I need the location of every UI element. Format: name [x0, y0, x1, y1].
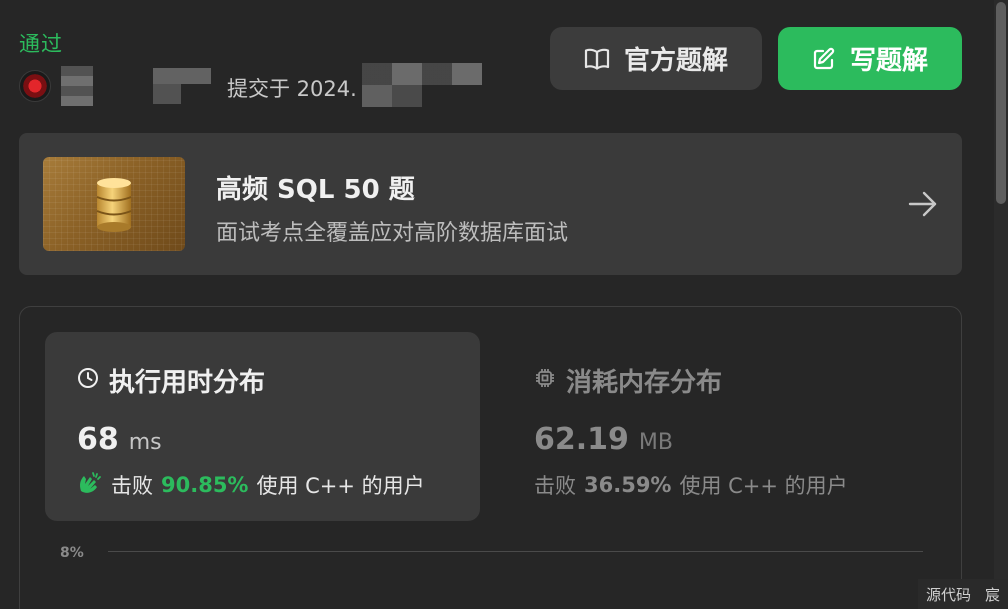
- banner-subtitle: 面试考点全覆盖应对高阶数据库面试: [216, 221, 569, 246]
- source-code-link[interactable]: 源代码: [926, 584, 971, 605]
- runtime-number: 68: [77, 422, 119, 457]
- submitted-at-label: 提交于 2024.: [227, 77, 357, 101]
- memory-value: 62.19 MB: [534, 422, 673, 457]
- memory-beat-suffix: 使用 C++ 的用户: [679, 474, 848, 498]
- redacted-username: [61, 66, 93, 106]
- runtime-beat: 击败 90.85% 使用 C++ 的用户: [77, 470, 425, 500]
- sql-50-banner[interactable]: 高频 SQL 50 题 面试考点全覆盖应对高阶数据库面试: [19, 133, 962, 275]
- redacted-username: [153, 84, 181, 104]
- submission-status: 通过: [19, 32, 63, 56]
- redacted-date: [362, 63, 482, 85]
- chart-y-tick: 8%: [60, 545, 84, 561]
- memory-unit: MB: [638, 430, 673, 455]
- memory-card-title: 消耗内存分布: [534, 362, 722, 399]
- clock-icon: [77, 366, 99, 396]
- submitter-info: 提交于 2024.: [19, 63, 489, 107]
- runtime-card[interactable]: 执行用时分布 68 ms 击败 90.85% 使用 C++ 的用户: [45, 332, 480, 521]
- submission-detail-page: 通过 提交于 2024. 官方题解 写题解 高频 SQL 50 题 面试考点全覆…: [0, 0, 1008, 609]
- write-solution-button[interactable]: 写题解: [778, 27, 962, 90]
- bottom-toolbar: 源代码 宸: [917, 579, 1008, 609]
- database-icon: [96, 178, 132, 232]
- runtime-title-text: 执行用时分布: [109, 368, 266, 398]
- next-link[interactable]: 宸: [985, 584, 1000, 605]
- redacted-username: [153, 68, 211, 84]
- memory-beat-prefix: 击败: [534, 474, 576, 498]
- write-solution-label: 写题解: [849, 46, 928, 76]
- memory-beat: 击败 36.59% 使用 C++ 的用户: [534, 470, 848, 500]
- official-solution-label: 官方题解: [623, 46, 728, 76]
- runtime-unit: ms: [128, 430, 162, 455]
- memory-title-text: 消耗内存分布: [566, 368, 723, 398]
- scrollbar[interactable]: [994, 0, 1008, 609]
- redacted-date: [362, 85, 422, 107]
- edit-icon: [812, 47, 836, 71]
- runtime-card-title: 执行用时分布: [77, 362, 265, 399]
- memory-beat-percent: 36.59%: [584, 473, 672, 497]
- chart-gridline: [108, 551, 923, 552]
- banner-title: 高频 SQL 50 题: [216, 175, 415, 205]
- performance-panel: 执行用时分布 68 ms 击败 90.85% 使用 C++ 的用户 消耗内存分布…: [19, 306, 962, 609]
- book-icon: [584, 48, 610, 70]
- database-thumbnail: [43, 157, 185, 251]
- arrow-right-icon: [908, 190, 938, 222]
- memory-card[interactable]: 消耗内存分布 62.19 MB 击败 36.59% 使用 C++ 的用户: [510, 332, 930, 521]
- chip-icon: [534, 366, 556, 396]
- scrollbar-thumb[interactable]: [996, 2, 1006, 204]
- avatar[interactable]: [19, 70, 51, 102]
- hands-clap-icon: [77, 471, 103, 500]
- memory-number: 62.19: [534, 422, 629, 457]
- runtime-value: 68 ms: [77, 422, 162, 457]
- official-solution-button[interactable]: 官方题解: [550, 27, 762, 90]
- runtime-beat-prefix: 击败: [111, 474, 153, 498]
- runtime-beat-percent: 90.85%: [161, 473, 249, 497]
- runtime-beat-suffix: 使用 C++ 的用户: [256, 474, 425, 498]
